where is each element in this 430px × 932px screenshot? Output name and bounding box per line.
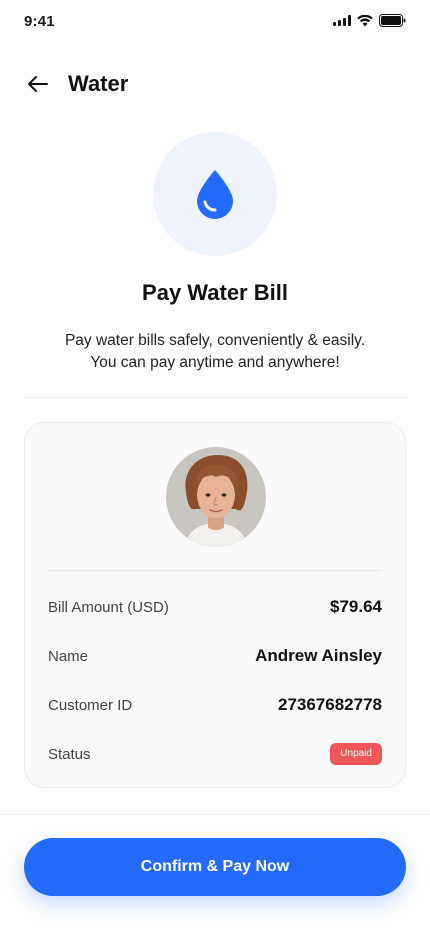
- card-divider: [48, 570, 382, 571]
- customer-id-label: Customer ID: [48, 696, 133, 714]
- hero-description-line-1: Pay water bills safely, conveniently & e…: [64, 332, 366, 349]
- app-header: Water: [24, 62, 406, 106]
- name-value: Andrew Ainsley: [255, 646, 382, 665]
- avatar: [166, 447, 266, 547]
- page-title: Water: [68, 71, 129, 96]
- back-button[interactable]: [24, 70, 52, 98]
- user-photo: [166, 447, 266, 547]
- bill-amount-row: Bill Amount (USD) $79.64: [48, 595, 382, 619]
- status-bar: 9:41: [0, 0, 430, 44]
- hero-description-line-2: You can pay anytime and anywhere!: [90, 354, 340, 371]
- bill-amount-value: $79.64: [330, 597, 382, 616]
- name-row: Name Andrew Ainsley: [48, 644, 382, 668]
- bill-details-card: Bill Amount (USD) $79.64 Name Andrew Ain…: [24, 422, 406, 788]
- wifi-icon: [357, 14, 373, 26]
- customer-id-value: 27367682778: [277, 695, 382, 714]
- hero-title: Pay Water Bill: [142, 280, 288, 305]
- status-row: Status Unpaid: [48, 742, 382, 766]
- hero-description: Pay water bills safely, conveniently & e…: [40, 330, 390, 374]
- footer-divider: [0, 814, 430, 815]
- customer-id-row: Customer ID 27367682778: [48, 693, 382, 717]
- status-icons: [333, 14, 406, 27]
- water-icon-container: [153, 132, 277, 256]
- status-label: Status: [48, 745, 91, 763]
- arrow-left-icon: [28, 76, 48, 92]
- water-drop-icon: [197, 170, 233, 219]
- status-time: 9:41: [24, 13, 55, 30]
- cellular-signal-icon: [333, 15, 351, 26]
- name-label: Name: [48, 647, 89, 665]
- status-badge: Unpaid: [330, 743, 382, 765]
- section-divider: [24, 397, 406, 398]
- confirm-pay-button[interactable]: Confirm & Pay Now: [24, 838, 406, 896]
- bill-amount-label: Bill Amount (USD): [48, 598, 169, 616]
- battery-icon: [379, 14, 406, 27]
